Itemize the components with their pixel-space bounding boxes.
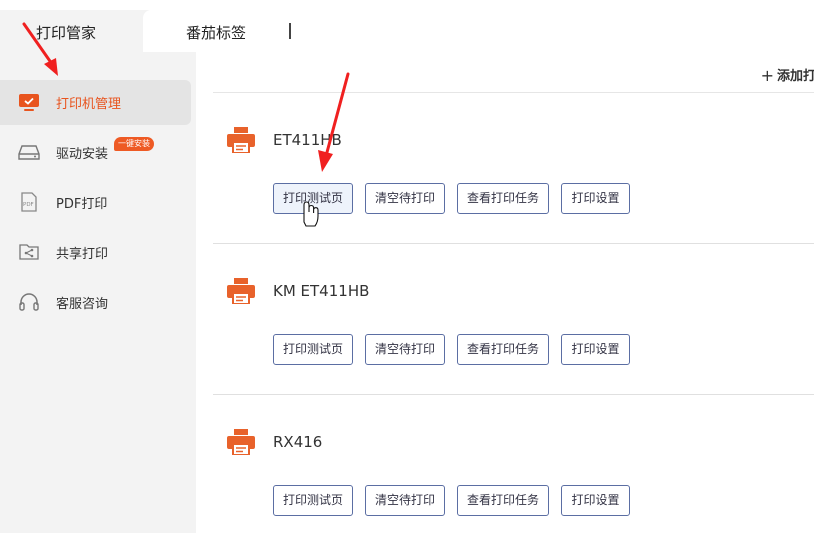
sidebar-item-label: PDF打印 (56, 197, 108, 212)
printer-name: RX416 (273, 433, 323, 451)
share-folder-icon (19, 244, 39, 260)
text-cursor (289, 23, 291, 39)
printer-actions: 打印测试页 清空待打印 查看打印任务 打印设置 (273, 485, 630, 516)
add-printer-button[interactable]: + 添加打 (760, 65, 814, 85)
printer-name: KM ET411HB (273, 282, 370, 300)
main-panel: + 添加打 ET411HB 打印测试页 清空待打印 查看打印任务 打印设置 KM… (196, 52, 814, 533)
sidebar: 打印机管理 驱动安装 一键安装 PDF PDF打印 共享打印 客服咨询 (0, 52, 196, 533)
sidebar-item-label: 打印机管理 (56, 97, 122, 112)
sidebar-item-label: 客服咨询 (56, 297, 109, 312)
printer-icon (227, 278, 255, 304)
plus-icon: + (760, 66, 774, 85)
printer-card: KM ET411HB 打印测试页 清空待打印 查看打印任务 打印设置 (213, 244, 814, 395)
app-window: 打印管家 番茄标签 打印机管理 驱动安装 一键安装 PDF PDF打印 共享打印… (0, 0, 814, 533)
sidebar-item-pdf-print[interactable]: PDF PDF打印 (0, 180, 191, 225)
clear-pending-button[interactable]: 清空待打印 (365, 183, 445, 214)
clear-pending-button[interactable]: 清空待打印 (365, 485, 445, 516)
printer-actions: 打印测试页 清空待打印 查看打印任务 打印设置 (273, 334, 630, 365)
printer-actions: 打印测试页 清空待打印 查看打印任务 打印设置 (273, 183, 630, 214)
sidebar-item-driver-install[interactable]: 驱动安装 一键安装 (0, 130, 191, 175)
svg-text:PDF: PDF (23, 202, 34, 208)
print-test-page-button[interactable]: 打印测试页 (273, 183, 353, 214)
monitor-icon (19, 94, 39, 111)
toolbar: + 添加打 (213, 52, 814, 93)
print-settings-button[interactable]: 打印设置 (561, 183, 630, 214)
printer-icon (227, 429, 255, 455)
pdf-icon: PDF (21, 192, 37, 212)
printer-card: ET411HB 打印测试页 清空待打印 查看打印任务 打印设置 (213, 93, 814, 244)
view-print-jobs-button[interactable]: 查看打印任务 (457, 485, 549, 516)
print-settings-button[interactable]: 打印设置 (561, 485, 630, 516)
view-print-jobs-button[interactable]: 查看打印任务 (457, 183, 549, 214)
headset-icon (19, 293, 39, 311)
sidebar-item-printer-management[interactable]: 打印机管理 (0, 80, 191, 125)
printer-card: RX416 打印测试页 清空待打印 查看打印任务 打印设置 (213, 395, 814, 533)
tab-label: 番茄标签 (186, 24, 247, 42)
one-click-install-badge: 一键安装 (114, 137, 154, 151)
printer-name: ET411HB (273, 131, 342, 149)
sidebar-item-label: 驱动安装 (56, 147, 109, 162)
printer-icon (227, 127, 255, 153)
view-print-jobs-button[interactable]: 查看打印任务 (457, 334, 549, 365)
print-test-page-button[interactable]: 打印测试页 (273, 485, 353, 516)
print-test-page-button[interactable]: 打印测试页 (273, 334, 353, 365)
tab-print-manager[interactable]: 打印管家 (0, 10, 143, 52)
tab-label: 打印管家 (36, 24, 97, 42)
sidebar-item-label: 共享打印 (56, 247, 109, 262)
clear-pending-button[interactable]: 清空待打印 (365, 334, 445, 365)
sidebar-item-shared-print[interactable]: 共享打印 (0, 230, 191, 275)
tab-bar: 打印管家 番茄标签 (0, 0, 814, 52)
tab-tomato-label[interactable]: 番茄标签 (143, 10, 814, 52)
print-settings-button[interactable]: 打印设置 (561, 334, 630, 365)
drive-icon (18, 145, 40, 160)
sidebar-item-customer-service[interactable]: 客服咨询 (0, 280, 191, 325)
